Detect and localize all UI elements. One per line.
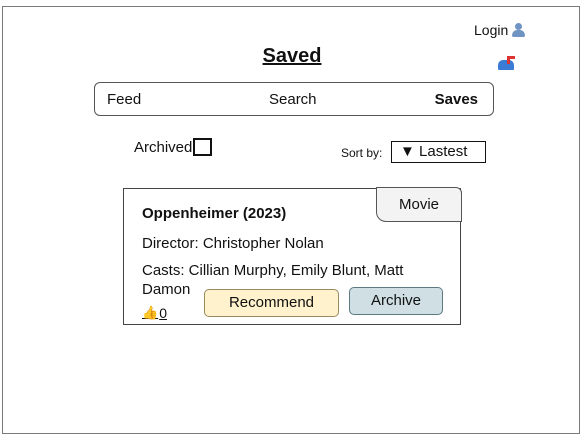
page-title: Saved — [262, 45, 322, 67]
tab-feed[interactable]: Feed — [107, 91, 141, 108]
like-button[interactable]: 👍 0 — [142, 305, 167, 321]
type-tag: Movie — [376, 187, 462, 222]
item-director: Director: Christopher Nolan — [142, 235, 324, 252]
archived-checkbox[interactable] — [193, 138, 213, 156]
archived-label: Archived — [134, 138, 193, 156]
tab-saves[interactable]: Saves — [435, 91, 478, 108]
nav-tabs: Feed Search Saves — [94, 82, 494, 116]
sort-select[interactable]: ▼ Lastest — [391, 141, 486, 163]
like-count: 0 — [159, 305, 167, 321]
thumbs-up-icon: 👍 — [142, 305, 159, 320]
login-label: Login — [474, 22, 509, 38]
archived-filter[interactable]: Archived — [134, 138, 213, 156]
login-link[interactable]: Login — [474, 22, 526, 38]
user-icon — [512, 23, 526, 37]
sort-label: Sort by: — [341, 146, 383, 160]
recommend-button[interactable]: Recommend — [204, 289, 339, 317]
item-title: Oppenheimer (2023) — [142, 205, 287, 222]
tab-search[interactable]: Search — [269, 91, 317, 108]
archive-button[interactable]: Archive — [349, 287, 443, 315]
